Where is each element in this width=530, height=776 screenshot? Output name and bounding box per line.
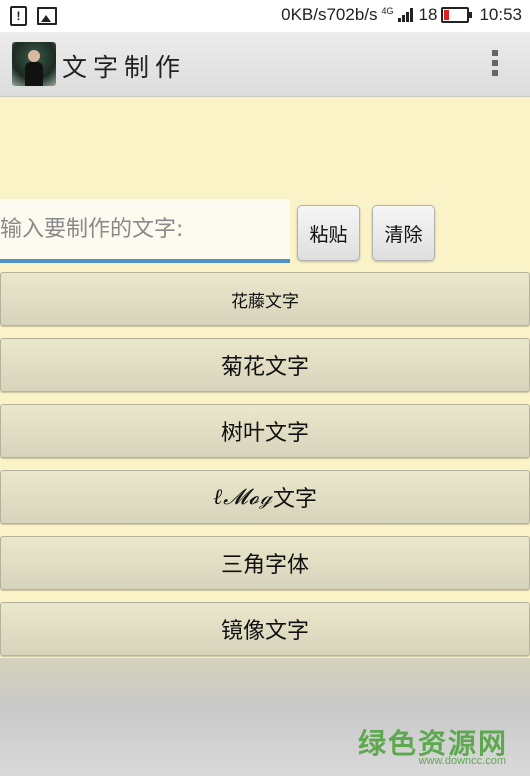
fancy-label-suffix: 文字 [273, 487, 318, 512]
app-logo-icon [12, 42, 56, 86]
signal-icon [397, 8, 413, 22]
text-input-container [0, 199, 290, 263]
status-right: 0KB/s702b/s 4G 18 10:53 [281, 5, 522, 25]
status-bar: ! 0KB/s702b/s 4G 18 10:53 [0, 0, 530, 32]
input-underline [0, 259, 290, 263]
mirror-text-button[interactable]: 镜像文字 [0, 602, 530, 656]
status-left: ! [10, 6, 57, 26]
clear-button[interactable]: 清除 [372, 205, 435, 261]
action-bar: 文字制作 [0, 32, 530, 97]
battery-level: 18 [418, 5, 438, 24]
fancy-text-button[interactable]: ℓ𝓜𝓸ℊ 文字 [0, 470, 530, 524]
leaf-text-button[interactable]: 树叶文字 [0, 404, 530, 458]
vine-text-button[interactable]: 花藤文字 [0, 272, 530, 326]
clock: 10:53 [479, 5, 522, 24]
network-type: 4G [381, 6, 394, 16]
paste-button[interactable]: 粘贴 [297, 205, 360, 261]
app-title: 文字制作 [62, 53, 187, 82]
image-icon [37, 7, 57, 25]
triangle-font-button[interactable]: 三角字体 [0, 536, 530, 590]
fancy-label: ℓ𝓜𝓸ℊ [212, 485, 274, 510]
watermark-url: www.downcc.com [418, 755, 506, 767]
battery-icon [441, 7, 473, 23]
overflow-menu-icon[interactable] [492, 50, 500, 78]
warning-icon: ! [10, 6, 27, 26]
text-input[interactable] [0, 199, 290, 259]
network-speed: 0KB/s702b/s [281, 5, 378, 24]
chrysanthemum-text-button[interactable]: 菊花文字 [0, 338, 530, 392]
